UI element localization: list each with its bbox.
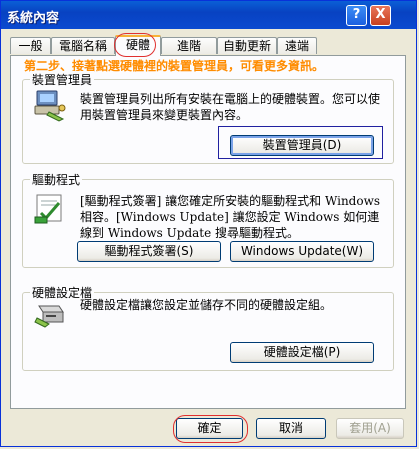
apply-button[interactable]: 套用(A) — [336, 418, 404, 439]
window-title: 系統內容 — [7, 11, 60, 26]
hardware-profiles-description: 硬體設定檔讓您設定並儲存不同的硬體設定組。 — [80, 298, 333, 312]
hardware-tab-highlight — [114, 33, 156, 57]
hardware-profiles-button[interactable]: 硬體設定檔(P) — [230, 342, 374, 363]
tab-computer-name[interactable]: 電腦名稱 — [51, 37, 115, 54]
help-button[interactable]: ? — [346, 5, 367, 26]
device-manager-icon — [34, 90, 66, 122]
tab-remote[interactable]: 遠端 — [277, 37, 317, 54]
tab-advanced[interactable]: 進階 — [161, 37, 217, 54]
device-manager-button[interactable]: 裝置管理員(D) — [230, 135, 374, 156]
tab-automatic-updates[interactable]: 自動更新 — [217, 37, 277, 54]
device-manager-description: 裝置管理員列出所有安裝在電腦上的硬體裝置。您可以使用裝置管理員來變更裝置內容。 — [80, 92, 381, 122]
windows-update-button[interactable]: Windows Update(W) — [230, 241, 374, 262]
driver-signing-button[interactable]: 驅動程式簽署(S) — [77, 241, 221, 262]
drivers-description: [驅動程式簽署] 讓您確定所安裝的驅動程式和 Windows 相容。[Windo… — [80, 194, 381, 240]
title-bar[interactable]: 系統內容 ? X — [1, 1, 416, 29]
device-manager-group-label: 裝置管理員 — [30, 71, 95, 88]
drivers-group-label: 驅動程式 — [30, 171, 83, 188]
cancel-button[interactable]: 取消 — [256, 418, 326, 439]
tab-general[interactable]: 一般 — [10, 37, 51, 54]
hardware-profiles-icon — [34, 305, 64, 328]
driver-signing-icon — [34, 194, 62, 224]
ok-button-highlight — [173, 415, 248, 443]
close-button[interactable]: X — [370, 5, 391, 26]
